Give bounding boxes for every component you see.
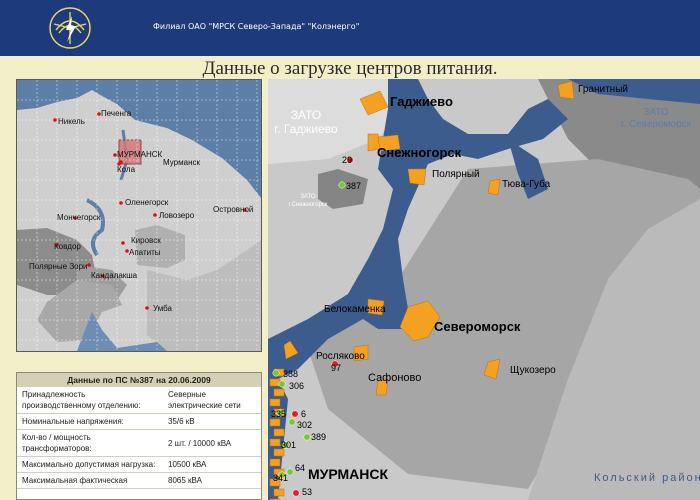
place-label: Гранитный <box>578 84 628 95</box>
info-value: 10500 кВА <box>163 456 261 473</box>
city-marker[interactable] <box>53 118 57 122</box>
city-label: Островной <box>213 205 253 214</box>
substation-marker[interactable] <box>278 380 286 388</box>
city-label: Никель <box>58 117 85 126</box>
substation-number: 306 <box>289 381 304 391</box>
zato-zone-label: ЗАТО <box>643 107 669 118</box>
info-row: Кол-во / мощность трансформаторов: 2 шт. … <box>17 429 261 457</box>
substation-marker[interactable] <box>291 410 299 418</box>
district-label: Кольский район <box>594 472 700 484</box>
zato-zone-label: ЗАТО <box>300 194 316 200</box>
city-label: Оленегорск <box>125 198 169 207</box>
substation-marker[interactable] <box>288 418 296 426</box>
city-label: Кировск <box>131 236 161 245</box>
info-key: Кол-во / мощность трансформаторов: <box>17 429 163 457</box>
substation-number: 341 <box>273 473 288 483</box>
city-block <box>407 168 427 186</box>
place-label: Росляково <box>316 351 365 362</box>
substation-number: 97 <box>331 363 341 373</box>
substation-marker[interactable] <box>272 369 280 377</box>
info-key: Максимальная фактическая <box>17 472 163 489</box>
city-label: Печенга <box>101 109 132 118</box>
city-label: Кандалакша <box>91 271 138 280</box>
city-label: Мурманск <box>163 158 200 167</box>
info-row: Номинальные напряжения: 35/6 кВ <box>17 413 261 430</box>
city-label: МУРМАНСК <box>117 150 163 159</box>
info-key: Номинальные напряжения: <box>17 413 163 430</box>
city-label: Мончегорск <box>57 213 101 222</box>
info-row: Принадлежность производственному отделен… <box>17 387 261 414</box>
city-marker[interactable] <box>153 213 157 217</box>
zato-zone-label: г.Снежногорск <box>288 202 327 208</box>
city-block <box>269 398 281 407</box>
info-value: 8065 кВА <box>163 472 261 489</box>
info-title: Данные по ПС №387 на 20.06.2009 <box>17 373 261 387</box>
substation-number: 387 <box>346 181 361 191</box>
substation-number: 53 <box>302 487 312 497</box>
info-row: Максимально допустимая нагрузка: 10500 кВ… <box>17 456 261 473</box>
substation-number: 335 <box>271 409 286 419</box>
substation-marker[interactable] <box>292 489 300 497</box>
info-table: Принадлежность производственному отделен… <box>17 387 261 489</box>
header-bar: Филиал ОАО "МРСК Северо-Запада" "Колэнер… <box>0 0 700 56</box>
substation-info-panel: Данные по ПС №387 на 20.06.2009 Принадле… <box>16 372 262 500</box>
detail-map-canvas: ЗАТОг. ГаджиевоЗАТОг. СевероморскЗАТОг.С… <box>268 79 700 500</box>
info-row: Максимальная фактическая 8065 кВА <box>17 472 261 489</box>
substation-number: 389 <box>311 432 326 442</box>
info-value: 35/6 кВ <box>163 413 261 430</box>
info-value: 2 шт. / 10000 кВА <box>163 429 261 457</box>
city-block <box>269 418 281 427</box>
substation-number: 301 <box>281 440 296 450</box>
region-minimap[interactable]: Никель Печенга Мурманск МУРМАНСК Кола Оленего… <box>16 79 262 352</box>
city-marker[interactable] <box>145 306 149 310</box>
substation-number: 29 <box>342 155 352 165</box>
organization-name: Филиал ОАО "МРСК Северо-Запада" "Колэнер… <box>153 22 360 31</box>
info-key: Принадлежность производственному отделен… <box>17 387 163 414</box>
city-block <box>269 458 281 467</box>
detail-map[interactable]: ЗАТО г. Гаджиево ЗАТО г. Североморск ЗАТО г.С… <box>268 79 700 500</box>
substation-number: 302 <box>297 420 312 430</box>
place-label: Гаджиево <box>390 94 453 109</box>
zato-zone-label: г. Гаджиево <box>274 122 338 136</box>
substation-marker[interactable] <box>303 433 311 441</box>
city-block <box>273 488 285 497</box>
substation-number: 6 <box>301 409 306 419</box>
substation-marker[interactable] <box>338 181 346 189</box>
city-marker[interactable] <box>119 201 123 205</box>
city-label: Ловозеро <box>159 211 195 220</box>
page-title: Данные о загрузке центров питания. <box>202 58 498 79</box>
zato-zone-label: г. Североморск <box>621 119 692 130</box>
city-marker[interactable] <box>121 241 125 245</box>
city-label: Умба <box>153 304 173 313</box>
place-label: Тюва-Губа <box>502 178 551 190</box>
place-label: Сафоново <box>368 372 421 384</box>
city-block <box>269 378 281 387</box>
place-label: Щукозеро <box>510 365 556 376</box>
city-label: Ковдор <box>54 242 81 251</box>
place-label: Полярный <box>432 169 480 180</box>
place-label: Североморск <box>434 319 521 334</box>
lightning-emblem-icon <box>49 7 91 49</box>
substation-number: 64 <box>295 463 305 473</box>
zato-zone-label: ЗАТО <box>291 108 321 122</box>
substation-number: 388 <box>283 369 298 379</box>
place-label: Снежногорск <box>377 145 462 160</box>
place-label: МУРМАНСК <box>308 466 389 482</box>
place-label: Белокаменка <box>324 304 386 315</box>
info-key: Максимально допустимая нагрузка: <box>17 456 163 473</box>
city-label: Полярные Зори <box>29 262 88 271</box>
minimap-canvas: Никель Печенга МурманскМУРМАНСК Кола Оленего… <box>17 80 261 351</box>
city-block <box>487 178 501 196</box>
city-block <box>273 388 285 397</box>
city-label: Кола <box>117 165 136 174</box>
city-block <box>273 428 285 437</box>
city-block <box>269 438 281 447</box>
city-label: Апатиты <box>129 248 161 257</box>
info-value: Северные электрические сети <box>163 387 261 414</box>
city-marker[interactable] <box>87 263 91 267</box>
city-block <box>273 448 285 457</box>
